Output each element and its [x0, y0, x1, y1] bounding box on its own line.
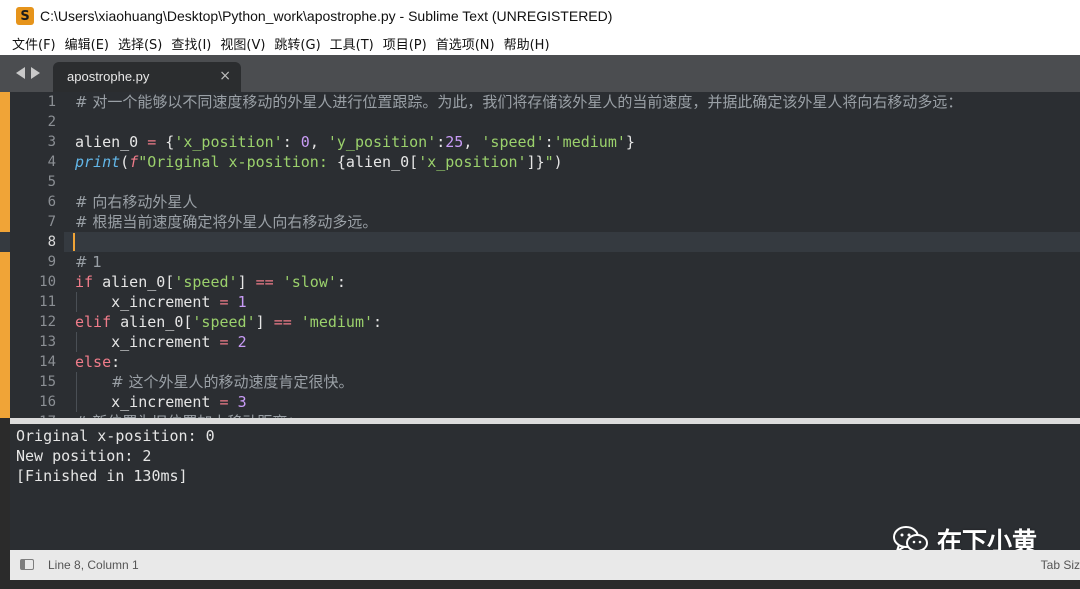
line-number: 1 [47, 94, 56, 110]
line-number: 5 [47, 174, 56, 190]
chevron-left-icon[interactable] [16, 67, 25, 79]
line-number: 6 [47, 194, 56, 210]
output-line: Original x-position: 0 [16, 427, 215, 445]
line-number: 15 [39, 374, 56, 390]
code-line-16: x_increment = 3 [75, 393, 247, 411]
line-number: 14 [39, 354, 56, 370]
menu-edit[interactable]: 编辑(E) [65, 34, 109, 53]
menu-tools[interactable]: 工具(T) [330, 34, 374, 53]
modified-indicator [0, 92, 10, 418]
code-line-7: # 根据当前速度确定将外星人向右移动多远。 [75, 213, 378, 231]
code-line-3: alien_0 = {'x_position': 0, 'y_position'… [75, 133, 635, 151]
text-cursor [73, 233, 75, 251]
menu-file[interactable]: 文件(F) [12, 34, 56, 53]
tab-label: apostrophe.py [67, 69, 150, 84]
line-gutter: 1 2 3 4 5 6 7 8 9 10 11 12 13 14 15 16 1… [10, 92, 64, 418]
menu-project[interactable]: 项目(P) [383, 34, 427, 53]
sublime-logo-icon: S [16, 7, 34, 25]
window-bottom-edge [0, 580, 1080, 589]
menu-view[interactable]: 视图(V) [220, 34, 265, 53]
code-line-12: elif alien_0['speed'] == 'medium': [75, 313, 383, 331]
window-edge [0, 418, 10, 589]
line-number: 4 [47, 154, 56, 170]
current-line-highlight [0, 232, 1080, 252]
window-title: C:\Users\xiaohuang\Desktop\Python_work\a… [40, 8, 613, 24]
code-line-6: # 向右移动外星人 [75, 193, 198, 211]
close-icon[interactable]: × [219, 68, 231, 84]
code-line-9: # 1 [75, 253, 102, 271]
code-line-15: # 这个外星人的移动速度肯定很快。 [111, 373, 354, 391]
status-bar: Line 8, Column 1 Tab Siz [10, 550, 1080, 580]
line-number: 11 [39, 294, 56, 310]
code-line-4: print(f"Original x-position: {alien_0['x… [75, 153, 563, 171]
code-line-14: else: [75, 353, 121, 371]
output-line: New position: 2 [16, 447, 152, 465]
code-line-11: x_increment = 1 [75, 293, 247, 311]
menu-find[interactable]: 查找(I) [171, 34, 211, 53]
code-line-13: x_increment = 2 [75, 333, 247, 351]
menu-preferences[interactable]: 首选项(N) [436, 34, 495, 53]
tab-bar: apostrophe.py × [0, 55, 1080, 92]
code-line-10: if alien_0['speed'] == 'slow': [75, 273, 346, 291]
title-bar: S C:\Users\xiaohuang\Desktop\Python_work… [0, 0, 1080, 32]
output-line: [Finished in 130ms] [16, 467, 188, 485]
line-number: 10 [39, 274, 56, 290]
menu-goto[interactable]: 跳转(G) [274, 34, 320, 53]
chevron-right-icon[interactable] [31, 67, 40, 79]
line-number: 9 [47, 254, 56, 270]
tab-size-indicator[interactable]: Tab Siz [1041, 558, 1080, 572]
menu-bar: 文件(F) 编辑(E) 选择(S) 查找(I) 视图(V) 跳转(G) 工具(T… [0, 32, 1080, 55]
panel-toggle-icon[interactable] [20, 559, 34, 570]
line-number: 7 [47, 214, 56, 230]
line-number: 13 [39, 334, 56, 350]
code-editor[interactable]: 1 2 3 4 5 6 7 8 9 10 11 12 13 14 15 16 1… [0, 92, 1080, 418]
menu-help[interactable]: 帮助(H) [504, 34, 550, 53]
line-number: 16 [39, 394, 56, 410]
line-number: 2 [47, 114, 56, 130]
line-number: 3 [47, 134, 56, 150]
tab-nav-arrows [16, 67, 40, 79]
line-number-current: 8 [47, 234, 56, 250]
code-line-1: # 对一个能够以不同速度移动的外星人进行位置跟踪。为此，我们将存储该外星人的当前… [75, 93, 963, 111]
cursor-position: Line 8, Column 1 [48, 558, 139, 572]
menu-selection[interactable]: 选择(S) [118, 34, 162, 53]
line-number: 12 [39, 314, 56, 330]
tab-apostrophe[interactable]: apostrophe.py × [53, 62, 241, 92]
